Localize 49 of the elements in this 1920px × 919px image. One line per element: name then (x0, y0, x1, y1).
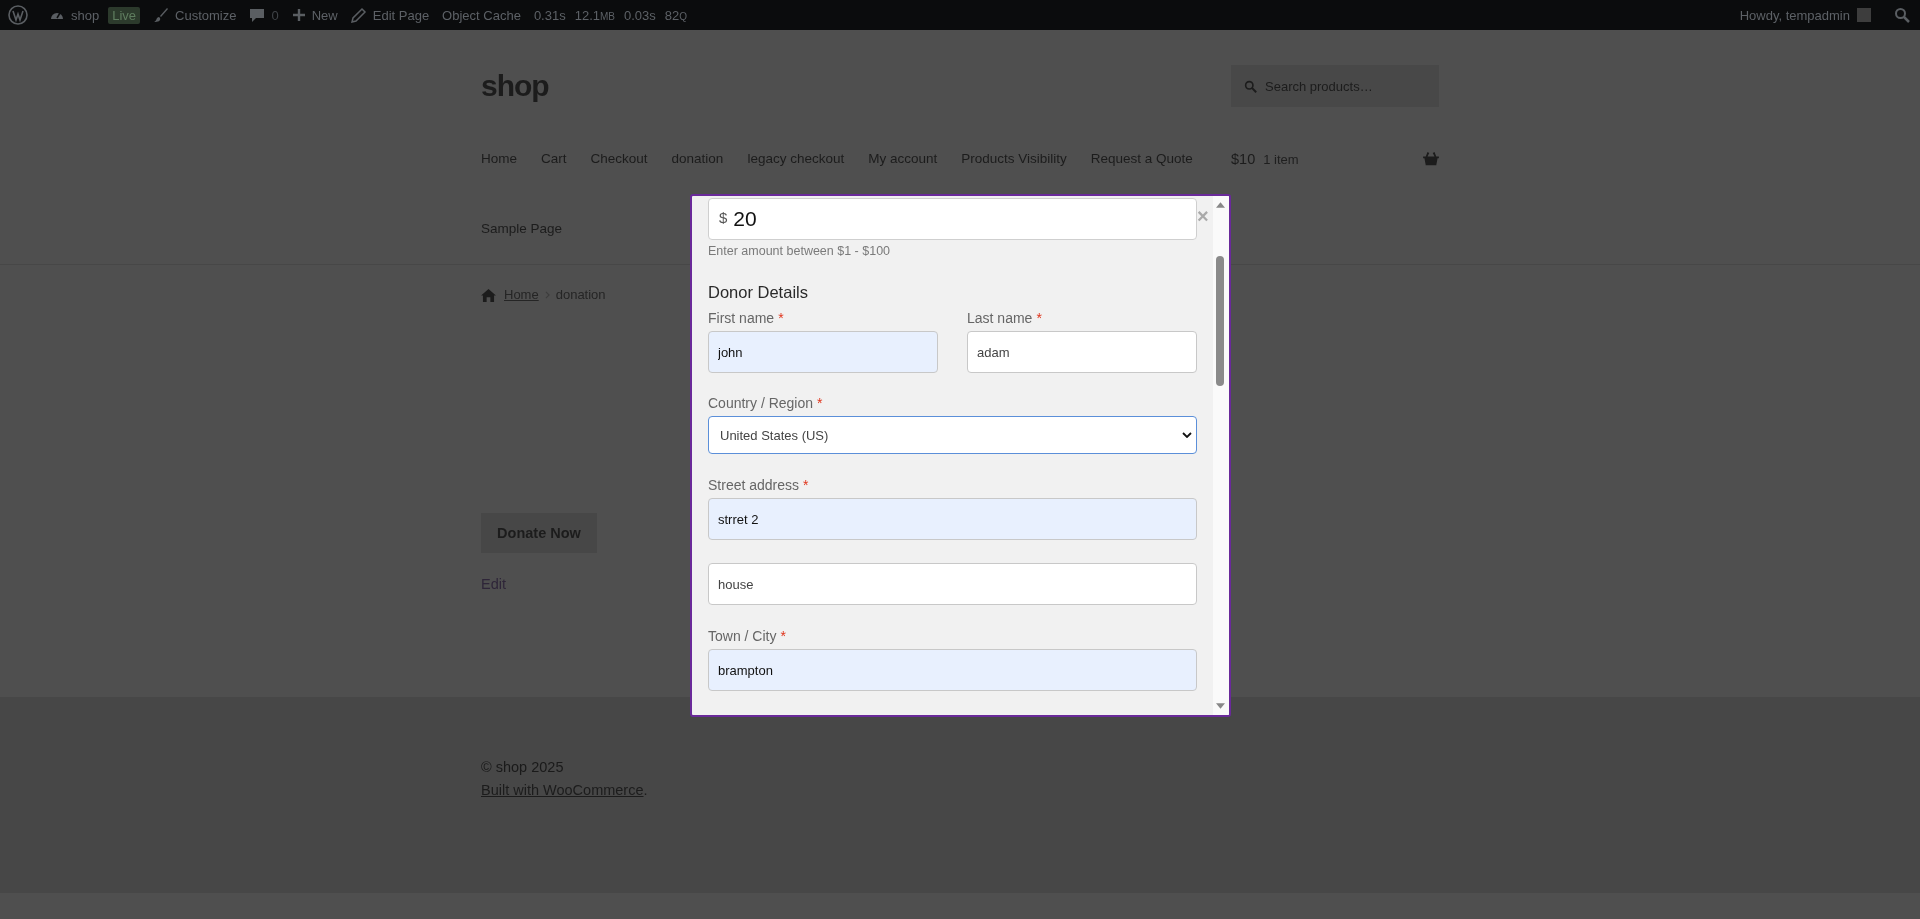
amount-hint: Enter amount between $1 - $100 (708, 243, 892, 260)
object-cache-link[interactable]: Object Cache (442, 7, 521, 23)
edit-page-link[interactable]: Edit Page (350, 7, 430, 23)
city-input-field[interactable]: brampton (708, 649, 1197, 691)
search-icon[interactable] (1894, 7, 1910, 23)
required-mark: * (817, 394, 823, 413)
required-mark: * (780, 627, 786, 646)
home-icon (481, 288, 496, 302)
pencil-icon (350, 7, 367, 23)
field-label: Town / City (708, 627, 777, 646)
required-mark: * (803, 476, 809, 495)
query-monitor-stat[interactable]: 0.03s (624, 7, 656, 23)
comment-icon (249, 7, 266, 23)
basket-icon[interactable] (1423, 152, 1439, 166)
wordpress-logo-icon[interactable] (8, 5, 28, 25)
query-monitor-stat[interactable]: 82Q (664, 7, 688, 23)
chevron-down-icon (1182, 432, 1192, 438)
country-select[interactable]: United States (US) (708, 416, 1197, 454)
field-label: Country / Region (708, 394, 814, 413)
site-menu[interactable]: shop (49, 7, 100, 23)
scrollbar[interactable] (1213, 196, 1229, 715)
required-mark: * (778, 309, 784, 328)
field-label: First name (708, 309, 775, 328)
currency-symbol: $ (719, 208, 728, 226)
street-line-2-field[interactable]: house (708, 563, 1197, 605)
required-mark: * (1036, 309, 1042, 328)
name-input-field[interactable]: adam (967, 331, 1197, 373)
account-greeting[interactable]: Howdy, tempadmin (1739, 7, 1850, 23)
name-input-field[interactable]: john (708, 331, 938, 373)
section-heading: Donor Details (708, 282, 809, 303)
street-input-field[interactable]: strret 2 (708, 498, 1197, 540)
scroll-down-icon[interactable] (1216, 703, 1225, 709)
customize-link[interactable]: Customize (153, 7, 237, 23)
scrollbar-thumb[interactable] (1216, 256, 1224, 386)
field-label: Street address (708, 476, 800, 495)
comments-link[interactable]: 0 (249, 7, 279, 23)
live-badge: Live (108, 6, 141, 24)
field-label: Last name (967, 309, 1033, 328)
close-button[interactable]: × (1197, 206, 1209, 226)
query-monitor-stat[interactable]: 12.1MB (574, 7, 615, 23)
amount-field[interactable]: $ 20 (708, 198, 1197, 240)
search-icon (1244, 79, 1257, 93)
amount-input[interactable]: 20 (733, 207, 934, 231)
scroll-up-icon[interactable] (1216, 202, 1225, 208)
plus-icon (291, 8, 306, 22)
credit-period: . (643, 782, 648, 798)
query-monitor-stat[interactable]: 0.31s (533, 7, 566, 23)
new-content-link[interactable]: New (291, 7, 338, 23)
brush-icon (153, 7, 170, 23)
